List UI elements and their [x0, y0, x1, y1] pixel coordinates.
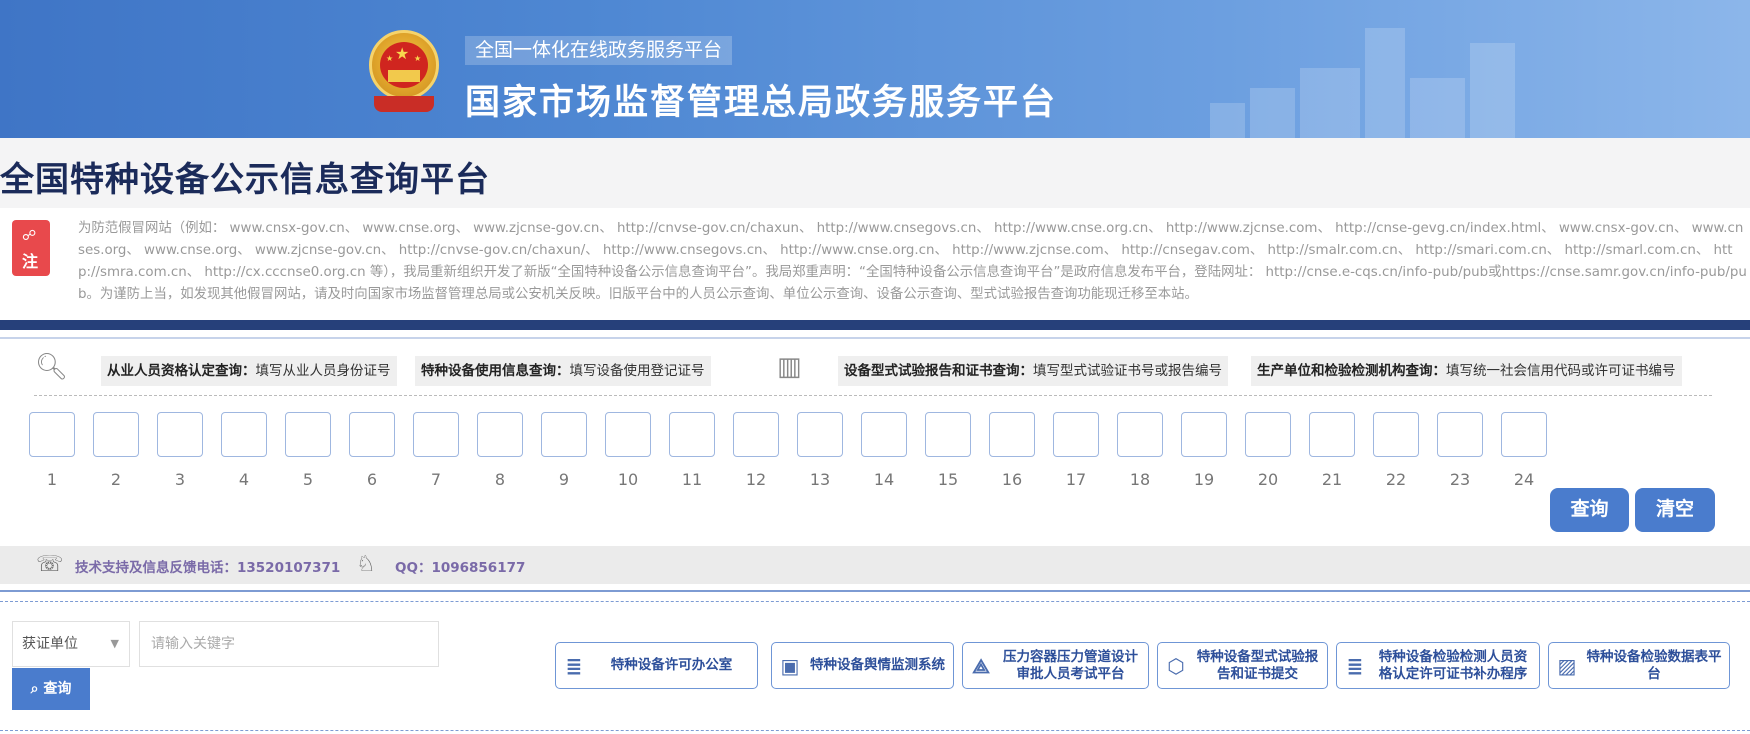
- code-cell[interactable]: [1117, 412, 1163, 457]
- cell-number: 22: [1385, 470, 1407, 489]
- cell-number: 14: [873, 470, 895, 489]
- list-icon: ≣: [565, 653, 583, 678]
- header-subtitle: 全国一体化在线政务服务平台: [465, 36, 733, 65]
- dashed-divider: [0, 601, 1750, 602]
- list-icon: ≣: [1346, 653, 1364, 678]
- qq-icon: ♘: [356, 552, 376, 577]
- cell-number: 19: [1193, 470, 1215, 489]
- code-cell[interactable]: [349, 412, 395, 457]
- support-phone: 技术支持及信息反馈电话：13520107371: [75, 560, 341, 576]
- code-cell[interactable]: [413, 412, 459, 457]
- cell-number: 23: [1449, 470, 1471, 489]
- cell-number: 4: [238, 470, 250, 489]
- code-cell[interactable]: [733, 412, 779, 457]
- code-cell[interactable]: [1437, 412, 1483, 457]
- code-cell[interactable]: [1309, 412, 1355, 457]
- chevron-down-icon: ▼: [110, 637, 119, 650]
- notice-text: 为防范假冒网站（例如： www.cnsx-gov.cn、 www.cnse.or…: [78, 221, 1747, 302]
- search-button[interactable]: ⌕ 查询: [12, 668, 90, 710]
- query-type-personnel[interactable]: 从业人员资格认定查询：填写从业人员身份证号: [101, 356, 397, 386]
- keyword-input[interactable]: [139, 621, 439, 667]
- link-inspector-reissue[interactable]: ≣ 特种设备检验检测人员资格认定许可证书补办程序: [1336, 642, 1540, 689]
- dashed-divider: [0, 730, 1750, 731]
- cell-number: 10: [617, 470, 639, 489]
- cell-number: 8: [494, 470, 506, 489]
- cell-number: 21: [1321, 470, 1343, 489]
- phone-icon: ☏: [36, 552, 64, 577]
- query-type-organization[interactable]: 生产单位和检验检测机构查询：填写统一社会信用代码或许可证书编号: [1251, 356, 1682, 386]
- code-cell[interactable]: [221, 412, 267, 457]
- cell-number: 9: [558, 470, 570, 489]
- monitor-icon: ▣: [780, 653, 800, 678]
- cell-number: 11: [681, 470, 703, 489]
- person-search-icon: 🔍︎: [35, 352, 69, 382]
- code-cell[interactable]: [605, 412, 651, 457]
- code-cell[interactable]: [989, 412, 1035, 457]
- divider-bar: [0, 320, 1750, 330]
- link-type-test-submit[interactable]: ⬡ 特种设备型式试验报告和证书提交: [1157, 642, 1328, 689]
- code-cell[interactable]: [29, 412, 75, 457]
- query-button[interactable]: 查询: [1550, 488, 1629, 532]
- code-cell[interactable]: [477, 412, 523, 457]
- code-cell[interactable]: [797, 412, 843, 457]
- code-cell[interactable]: [861, 412, 907, 457]
- compass-icon: ⟁: [972, 653, 990, 678]
- cell-number: 12: [745, 470, 767, 489]
- header-title: 国家市场监督管理总局政务服务平台: [465, 83, 1058, 123]
- cell-number: 24: [1513, 470, 1535, 489]
- page-title: 全国特种设备公示信息查询平台: [0, 160, 490, 200]
- link-pressure-exam[interactable]: ⟁ 压力容器压力管道设计审批人员考试平台: [962, 642, 1149, 689]
- dashed-divider: [34, 395, 1712, 396]
- cert-type-select[interactable]: 获证单位 ▼: [12, 621, 130, 667]
- code-cell[interactable]: [1501, 412, 1547, 457]
- cell-number: 13: [809, 470, 831, 489]
- code-cell[interactable]: [285, 412, 331, 457]
- cell-number: 18: [1129, 470, 1151, 489]
- notice-badge: ☍ 注: [12, 220, 50, 276]
- divider-line: [0, 337, 1750, 339]
- cell-number: 3: [174, 470, 186, 489]
- code-cell[interactable]: [157, 412, 203, 457]
- code-cell[interactable]: [1181, 412, 1227, 457]
- code-cell[interactable]: [1053, 412, 1099, 457]
- alert-icon: ☍: [22, 228, 37, 244]
- support-qq: QQ：1096856177: [395, 560, 526, 576]
- cell-number: 17: [1065, 470, 1087, 489]
- national-emblem-icon: ★ ★ ★: [366, 30, 442, 114]
- cell-number: 2: [110, 470, 122, 489]
- link-license-office[interactable]: ≣ 特种设备许可办公室: [555, 642, 758, 689]
- cell-number: 16: [1001, 470, 1023, 489]
- cell-number: 1: [46, 470, 58, 489]
- code-cell[interactable]: [925, 412, 971, 457]
- cube-icon: ⬡: [1167, 653, 1185, 678]
- clear-button[interactable]: 清空: [1635, 488, 1715, 532]
- code-cell[interactable]: [1245, 412, 1291, 457]
- code-cell[interactable]: [669, 412, 715, 457]
- cell-number: 7: [430, 470, 442, 489]
- query-type-type-test[interactable]: 设备型式试验报告和证书查询：填写型式试验证书号或报告编号: [838, 356, 1228, 386]
- cell-number: 6: [366, 470, 378, 489]
- section-divider: [0, 590, 1750, 592]
- code-cell[interactable]: [1373, 412, 1419, 457]
- link-opinion-monitor[interactable]: ▣ 特种设备舆情监测系统: [771, 642, 954, 689]
- query-type-equipment[interactable]: 特种设备使用信息查询：填写设备使用登记证号: [415, 356, 711, 386]
- code-cell[interactable]: [541, 412, 587, 457]
- code-cell[interactable]: [93, 412, 139, 457]
- link-inspection-data[interactable]: ▨ 特种设备检验数据表平台: [1548, 642, 1730, 689]
- cell-number: 5: [302, 470, 314, 489]
- cell-number: 20: [1257, 470, 1279, 489]
- image-icon: ▨: [1557, 653, 1577, 678]
- search-icon: ⌕: [30, 681, 44, 697]
- building-icon: ▥: [777, 352, 802, 382]
- cell-number: 15: [937, 470, 959, 489]
